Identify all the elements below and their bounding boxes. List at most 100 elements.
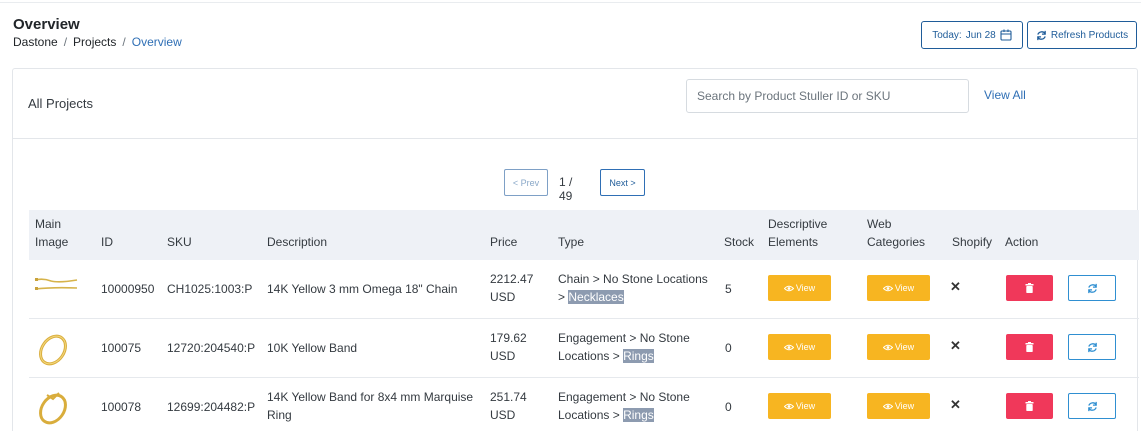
cell-type: Engagement > No Stone Locations > Rings bbox=[558, 329, 690, 365]
type-prefix: Locations > bbox=[558, 349, 620, 363]
view-all-link[interactable]: View All bbox=[984, 88, 1026, 102]
type-line: Locations > Rings bbox=[558, 406, 690, 424]
table-row: 100075 12720:204540:P 10K Yellow Band 17… bbox=[29, 319, 1139, 378]
cell-id: 100078 bbox=[101, 400, 142, 414]
cell-stock: 0 bbox=[725, 341, 732, 355]
eye-icon bbox=[882, 403, 893, 409]
price-value: 2212.47 bbox=[490, 272, 534, 286]
today-date: Jun 28 bbox=[965, 29, 996, 41]
header-web-categories: Web Categories bbox=[867, 215, 925, 251]
view-label: View bbox=[894, 342, 915, 352]
sync-icon bbox=[1087, 283, 1097, 293]
cell-description: 10K Yellow Band bbox=[267, 339, 357, 357]
price-value: 251.74 bbox=[490, 390, 527, 404]
description-line: 10K Yellow Band bbox=[267, 341, 358, 355]
delete-button[interactable] bbox=[1006, 334, 1053, 360]
today-date-button[interactable]: Today: Jun 28 bbox=[921, 21, 1023, 49]
ring-thumbnail-icon bbox=[39, 334, 67, 366]
table-row: 100078 12699:204482:P 14K Yellow Band fo… bbox=[29, 378, 1139, 431]
cell-id: 100075 bbox=[101, 341, 142, 355]
header-main-image: Main Image bbox=[35, 215, 68, 251]
eye-icon bbox=[783, 403, 794, 409]
cell-type: Chain > No Stone Locations > Necklaces bbox=[558, 270, 708, 306]
trash-icon bbox=[1025, 283, 1034, 293]
view-label: View bbox=[894, 401, 915, 411]
delete-button[interactable] bbox=[1006, 275, 1053, 301]
sync-button[interactable] bbox=[1068, 275, 1116, 301]
cell-description: 14K Yellow 3 mm Omega 18" Chain bbox=[267, 280, 457, 298]
today-label: Today: bbox=[932, 29, 962, 41]
sync-button[interactable] bbox=[1068, 334, 1116, 360]
view-web-categories-button[interactable]: View bbox=[867, 393, 930, 419]
trash-icon bbox=[1025, 342, 1034, 352]
eye-icon bbox=[882, 285, 893, 291]
header-label: Descriptive bbox=[768, 217, 828, 231]
type-prefix: Locations > bbox=[558, 408, 620, 422]
header-description: Description bbox=[267, 235, 328, 249]
header-stock: Stock bbox=[724, 235, 755, 249]
page-indicator: 1 / 49 bbox=[559, 175, 573, 203]
breadcrumb: Dastone / Projects / Overview bbox=[13, 35, 182, 49]
price-value: 179.62 bbox=[490, 331, 527, 345]
breadcrumb-separator: / bbox=[122, 35, 126, 49]
cell-price: 179.62 USD bbox=[490, 329, 527, 365]
header-label: Elements bbox=[768, 235, 819, 249]
search-input[interactable] bbox=[686, 79, 969, 113]
eye-icon bbox=[783, 344, 794, 350]
shopify-not-synced-icon: ✕ bbox=[950, 279, 961, 294]
header-label: Categories bbox=[867, 235, 926, 249]
type-prefix: > bbox=[558, 290, 566, 304]
cell-stock: 5 bbox=[725, 282, 732, 296]
shopify-not-synced-icon: ✕ bbox=[950, 397, 961, 412]
top-border bbox=[0, 0, 1141, 3]
header-descriptive-elements: Descriptive Elements bbox=[768, 215, 827, 251]
table-header: Main Image ID SKU Description Price Type… bbox=[29, 210, 1139, 260]
view-label: View bbox=[795, 283, 816, 293]
view-web-categories-button[interactable]: View bbox=[867, 275, 930, 301]
view-web-categories-button[interactable]: View bbox=[867, 334, 930, 360]
header-label: Web bbox=[867, 217, 892, 231]
header-label: Main bbox=[35, 217, 62, 231]
refresh-icon bbox=[1037, 30, 1046, 40]
header-sku: SKU bbox=[167, 235, 192, 249]
description-line: 14K Yellow Band for 8x4 mm Marquise bbox=[267, 390, 474, 404]
header-action: Action bbox=[1005, 235, 1039, 249]
projects-card: All Projects View All < Prev 1 / 49 Next… bbox=[12, 68, 1139, 431]
header-type: Type bbox=[558, 235, 585, 249]
type-line: Engagement > No Stone bbox=[558, 331, 690, 345]
type-line: > Necklaces bbox=[558, 288, 708, 306]
refresh-label: Refresh Products bbox=[1050, 29, 1129, 41]
view-label: View bbox=[894, 283, 915, 293]
prev-page-button[interactable]: < Prev bbox=[504, 169, 548, 196]
eye-icon bbox=[783, 285, 794, 291]
sync-button[interactable] bbox=[1068, 393, 1116, 419]
sync-icon bbox=[1087, 342, 1097, 352]
view-descriptive-elements-button[interactable]: View bbox=[768, 334, 831, 360]
page-title: Overview bbox=[13, 16, 80, 33]
price-currency: USD bbox=[490, 349, 516, 363]
view-descriptive-elements-button[interactable]: View bbox=[768, 393, 831, 419]
breadcrumb-item-dastone[interactable]: Dastone bbox=[13, 35, 58, 49]
delete-button[interactable] bbox=[1006, 393, 1053, 419]
cell-sku: CH1025:1003:P bbox=[167, 282, 253, 296]
type-line: Chain > No Stone Locations bbox=[558, 272, 708, 286]
view-descriptive-elements-button[interactable]: View bbox=[768, 275, 831, 301]
breadcrumb-item-overview: Overview bbox=[131, 35, 182, 49]
chain-thumbnail-icon bbox=[34, 278, 78, 290]
refresh-products-button[interactable]: Refresh Products bbox=[1027, 21, 1137, 49]
price-currency: USD bbox=[490, 290, 516, 304]
next-page-button[interactable]: Next > bbox=[600, 169, 645, 196]
header-label: Image bbox=[35, 235, 69, 249]
card-title: All Projects bbox=[28, 96, 94, 111]
header-shopify: Shopify bbox=[952, 235, 993, 249]
table-row: 10000950 CH1025:1003:P 14K Yellow 3 mm O… bbox=[29, 260, 1139, 319]
card-header: All Projects View All bbox=[13, 69, 1137, 139]
breadcrumb-separator: / bbox=[63, 35, 68, 49]
shopify-not-synced-icon: ✕ bbox=[950, 338, 961, 353]
cell-description: 14K Yellow Band for 8x4 mm Marquise Ring bbox=[267, 388, 473, 424]
cell-price: 2212.47 USD bbox=[490, 270, 533, 306]
cell-id: 10000950 bbox=[101, 282, 155, 296]
header-price: Price bbox=[490, 235, 518, 249]
view-label: View bbox=[795, 401, 816, 411]
breadcrumb-item-projects[interactable]: Projects bbox=[73, 35, 116, 49]
